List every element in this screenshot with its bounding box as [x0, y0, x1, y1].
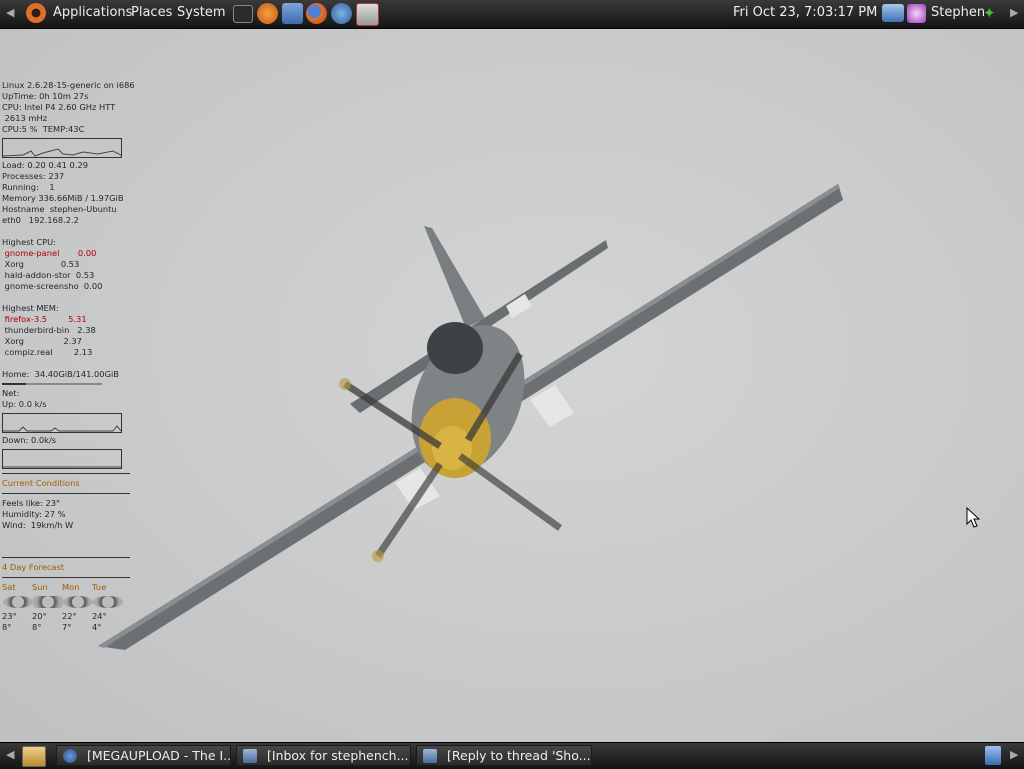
- highest-mem-row: compiz.real 2.13: [2, 347, 93, 357]
- cpu-graph: [2, 138, 122, 158]
- panel-scroll-right-icon[interactable]: ▶: [1010, 748, 1018, 761]
- task-label: [MEGAUPLOAD - The I...: [87, 748, 231, 763]
- conky-home-usage: Home: 34.40GiB/141.00GiB: [2, 369, 120, 379]
- thunderbird-icon: [243, 749, 257, 763]
- net-down: Down: 0.0k/s: [2, 435, 57, 445]
- forecast-days: Sat Sun Mon Tue: [2, 582, 122, 593]
- sunny-icon: [63, 596, 93, 608]
- home-folder-icon[interactable]: [282, 3, 303, 24]
- divider: [2, 473, 130, 474]
- divider: [2, 557, 130, 558]
- session-icon[interactable]: [907, 4, 926, 23]
- forecast-low: 8°: [2, 622, 12, 632]
- terminal-icon[interactable]: [233, 5, 253, 23]
- forecast-day: Mon: [62, 582, 80, 592]
- net-up: Up: 0.0 k/s: [2, 399, 47, 409]
- conky-system-monitor: Linux 2.6.28-15-generic on i686 UpTime: …: [2, 80, 135, 633]
- weather-humidity: Humidity: 27 %: [2, 509, 66, 519]
- system-menu[interactable]: System: [177, 5, 225, 20]
- ubuntu-logo-icon[interactable]: [26, 3, 46, 23]
- taskbar-button-inbox[interactable]: [Inbox for stephench...: [236, 745, 411, 766]
- conky-eth0: eth0 192.168.2.2: [2, 215, 79, 225]
- show-desktop-icon[interactable]: [22, 746, 46, 767]
- network-icon[interactable]: [882, 4, 904, 22]
- highest-cpu-row: hald-addon-stor 0.53: [2, 270, 95, 280]
- user-name[interactable]: Stephen: [931, 5, 985, 20]
- forecast-icons: [2, 593, 123, 611]
- download-graph: [2, 449, 122, 469]
- forecast-day: Tue: [92, 582, 107, 592]
- upload-graph: [2, 413, 122, 433]
- forecast-high: 20°: [32, 611, 47, 621]
- forecast-high: 24°: [92, 611, 107, 621]
- highest-cpu-row: gnome-panel 0.00: [2, 248, 97, 258]
- mouse-cursor-icon: [966, 507, 980, 528]
- desktop-wallpaper: [0, 28, 1024, 742]
- taskbar-button-reply-thread[interactable]: [Reply to thread 'Sho...: [416, 745, 592, 766]
- panel-clock[interactable]: Fri Oct 23, 7:03:17 PM: [733, 5, 877, 20]
- applications-menu[interactable]: Applications: [53, 5, 132, 20]
- forecast-high: 23°: [2, 611, 17, 621]
- taskbar-button-megaupload[interactable]: [MEGAUPLOAD - The I...: [56, 745, 231, 766]
- home-usage-bar-fill: [2, 383, 27, 385]
- bottom-panel: ◀ [MEGAUPLOAD - The I... [Inbox for step…: [0, 742, 1024, 769]
- sunny-icon: [93, 596, 123, 608]
- task-label: [Reply to thread 'Sho...: [447, 748, 591, 763]
- divider: [2, 493, 130, 494]
- forecast-day: Sun: [32, 582, 48, 592]
- thunderbird-icon: [423, 749, 437, 763]
- conky-hostname: Hostname stephen-Ubuntu: [2, 204, 117, 214]
- cloudy-icon: [33, 596, 63, 608]
- highest-cpu-row: gnome-screensho 0.00: [2, 281, 103, 291]
- weather-feels-like: Feels like: 23°: [2, 498, 61, 508]
- top-panel: ◀ Applications Places System Fri Oct 23,…: [0, 0, 1024, 29]
- places-menu[interactable]: Places: [131, 5, 172, 20]
- conky-cpu-model: CPU: Intel P4 2.60 GHz HTT: [2, 102, 116, 112]
- forecast-day: Sat: [2, 582, 16, 592]
- conky-processes: Processes: 237: [2, 171, 65, 181]
- forecast-high: 22°: [62, 611, 77, 621]
- forecast-low: 4°: [92, 622, 102, 632]
- net-title: Net:: [2, 388, 20, 398]
- conky-memory: Memory 336.66MiB / 1.97GiB: [2, 193, 124, 203]
- highest-cpu-title: Highest CPU:: [2, 237, 57, 247]
- highest-mem-title: Highest MEM:: [2, 303, 59, 313]
- conky-load: Load: 0.20 0.41 0.29: [2, 160, 89, 170]
- highest-mem-row: firefox-3.5 5.31: [2, 314, 87, 324]
- panel-scroll-left-icon[interactable]: ◀: [6, 6, 14, 19]
- current-conditions-title: Current Conditions: [2, 478, 80, 488]
- highest-mem-row: Xorg 2.37: [2, 336, 82, 346]
- user-status-icon[interactable]: ✦: [983, 5, 999, 21]
- conky-uptime: UpTime: 0h 10m 27s: [2, 91, 89, 101]
- forecast-highs: 23° 20° 22° 24°: [2, 611, 122, 622]
- gimp-icon[interactable]: [257, 3, 278, 24]
- forecast-lows: 8° 8° 7° 4°: [2, 622, 122, 633]
- wallpaper-airplane-image: [98, 184, 843, 650]
- weather-wind: Wind: 19km/h W: [2, 520, 74, 530]
- firefox-icon: [63, 749, 77, 763]
- forecast-low: 7°: [62, 622, 72, 632]
- trash-icon[interactable]: [985, 746, 1001, 765]
- firefox-icon[interactable]: [306, 3, 327, 24]
- highest-mem-row: thunderbird-bin 2.38: [2, 325, 96, 335]
- forecast-title: 4 Day Forecast: [2, 562, 65, 572]
- conky-cpu-usage: CPU:5 % TEMP:43C: [2, 124, 85, 134]
- conky-cpu-freq: 2613 mHz: [2, 113, 48, 123]
- sunny-icon: [3, 596, 33, 608]
- package-manager-icon[interactable]: [356, 3, 379, 26]
- conky-running: Running: 1: [2, 182, 55, 192]
- conky-kernel: Linux 2.6.28-15-generic on i686: [2, 80, 135, 90]
- home-usage-bar: [2, 383, 102, 385]
- forecast-low: 8°: [32, 622, 42, 632]
- panel-scroll-right-icon[interactable]: ▶: [1010, 6, 1018, 19]
- divider: [2, 577, 130, 578]
- panel-scroll-left-icon[interactable]: ◀: [6, 748, 14, 761]
- highest-cpu-row: Xorg 0.53: [2, 259, 80, 269]
- thunderbird-icon[interactable]: [331, 3, 352, 24]
- task-label: [Inbox for stephench...: [267, 748, 409, 763]
